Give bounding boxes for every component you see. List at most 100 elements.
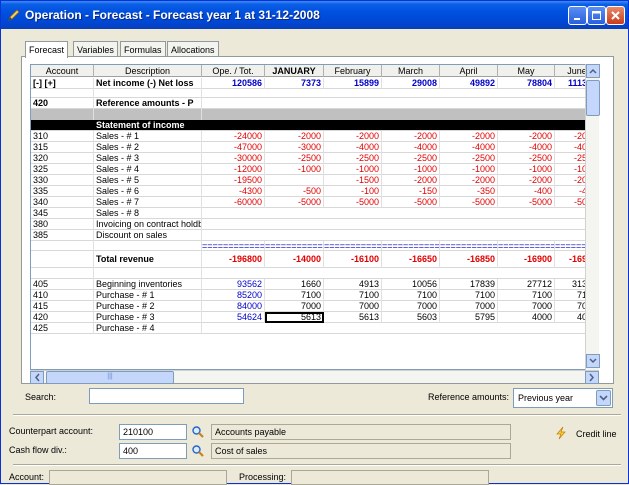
account-cell[interactable] — [31, 251, 94, 268]
account-cell[interactable]: 425 — [31, 323, 94, 334]
minimize-button[interactable] — [568, 6, 587, 25]
amount-cell[interactable]: -100 — [324, 186, 382, 197]
account-cell[interactable]: [-] [+] — [31, 78, 94, 89]
amount-cell[interactable]: -2000 — [440, 131, 498, 142]
account-cell[interactable]: 340 — [31, 197, 94, 208]
account-cell[interactable] — [31, 120, 94, 131]
amount-cell[interactable]: ============ — [265, 241, 324, 251]
amount-cell[interactable]: -4000 — [440, 142, 498, 153]
title-bar[interactable]: Operation - Forecast - Forecast year 1 a… — [1, 1, 628, 29]
amount-cell[interactable]: 10056 — [382, 279, 440, 290]
description-cell[interactable]: Purchase - # 1 — [94, 290, 202, 301]
amount-cell[interactable]: 4913 — [324, 279, 382, 290]
tab-forecast[interactable]: Forecast — [25, 41, 69, 58]
table-row[interactable]: 410 Purchase - # 1 85200 7100 7100 7100 7100 71… — [31, 290, 598, 301]
amount-cell[interactable]: 78804 — [498, 78, 555, 89]
description-cell[interactable]: Sales - # 2 — [94, 142, 202, 153]
account-cell[interactable]: 325 — [31, 164, 94, 175]
description-cell[interactable]: Sales - # 1 — [94, 131, 202, 142]
amount-cell[interactable]: 7000 — [324, 301, 382, 312]
account-cell[interactable]: 415 — [31, 301, 94, 312]
table-row[interactable]: 425 Purchase - # 4 — [31, 323, 598, 334]
horizontal-scrollbar[interactable]: ||| — [30, 370, 599, 384]
amount-cell[interactable]: 7000 — [440, 301, 498, 312]
amount-cell[interactable]: ============ — [440, 241, 498, 251]
amount-cell[interactable]: -60000 — [202, 197, 265, 208]
column-header[interactable]: Description — [94, 65, 202, 77]
amount-cell[interactable]: 7100 — [324, 290, 382, 301]
scroll-right-button[interactable] — [585, 371, 599, 384]
amount-cell[interactable]: -1500 — [324, 175, 382, 186]
amount-cell[interactable]: -1000 — [382, 164, 440, 175]
amount-cell[interactable]: 93562 — [202, 279, 265, 290]
amount-cell[interactable]: -500 — [265, 186, 324, 197]
description-cell[interactable]: Net income (-) Net loss — [94, 78, 202, 89]
description-cell[interactable] — [94, 268, 202, 279]
scroll-up-button[interactable] — [586, 64, 600, 78]
table-row[interactable]: 335Sales - # 6-4300-500-100-150-350-400-… — [31, 186, 598, 197]
table-row[interactable]: 385 Discount on sales — [31, 230, 598, 241]
amount-cell[interactable]: -196800 — [202, 251, 265, 268]
amount-cell[interactable]: -2500 — [498, 153, 555, 164]
amount-cell[interactable]: -2500 — [265, 153, 324, 164]
table-row[interactable]: 415 Purchase - # 2 84000 7000 7000 7000 7000 70… — [31, 301, 598, 312]
description-cell[interactable]: Sales - # 3 — [94, 153, 202, 164]
amount-cell[interactable]: 84000 — [202, 301, 265, 312]
amount-cell[interactable]: -16100 — [324, 251, 382, 268]
description-cell[interactable]: Beginning inventories — [94, 279, 202, 290]
amount-cell[interactable]: 85200 — [202, 290, 265, 301]
maximize-button[interactable] — [587, 6, 606, 25]
scroll-thumb[interactable] — [586, 80, 600, 116]
amount-cell[interactable]: -4000 — [498, 142, 555, 153]
amount-cell[interactable]: -24000 — [202, 131, 265, 142]
search-input[interactable] — [89, 388, 244, 404]
amount-cell[interactable]: -2500 — [324, 153, 382, 164]
amount-cell[interactable]: -5000 — [382, 197, 440, 208]
amount-cell[interactable]: 1660 — [265, 279, 324, 290]
amount-cell[interactable]: 7000 — [382, 301, 440, 312]
amount-cell[interactable]: 7100 — [498, 290, 555, 301]
amount-cell[interactable]: 29008 — [382, 78, 440, 89]
account-cell[interactable]: 405 — [31, 279, 94, 290]
amount-cell[interactable]: -16850 — [440, 251, 498, 268]
cash-flow-input[interactable]: 400 — [119, 443, 187, 459]
amount-cell[interactable]: -1000 — [498, 164, 555, 175]
amount-cell[interactable]: -4300 — [202, 186, 265, 197]
table-row[interactable] — [31, 268, 598, 279]
amount-cell[interactable]: -2000 — [382, 131, 440, 142]
amount-cell[interactable]: -2000 — [265, 131, 324, 142]
table-row[interactable]: 380 Invoicing on contract holdb — [31, 219, 598, 230]
table-row[interactable]: ============ ============ ============ ====… — [31, 241, 598, 251]
amount-cell[interactable]: -2500 — [440, 153, 498, 164]
table-row[interactable]: 420 Reference amounts - P — [31, 98, 598, 109]
amount-cell[interactable]: -5000 — [498, 197, 555, 208]
description-cell[interactable]: Reference amounts - P — [94, 98, 202, 109]
amount-cell[interactable]: -5000 — [265, 197, 324, 208]
table-row[interactable]: 420 Purchase - # 3 54624 5613 5613 5603 5795 40… — [31, 312, 598, 323]
counterpart-account-input[interactable]: 210100 — [119, 424, 187, 440]
amount-cell[interactable]: -19500 — [202, 175, 265, 186]
amount-cell[interactable]: 27712 — [498, 279, 555, 290]
amount-cell[interactable]: 15899 — [324, 78, 382, 89]
column-header[interactable]: February — [324, 65, 382, 77]
scroll-left-button[interactable] — [30, 371, 44, 384]
amount-cell[interactable]: 5613 — [265, 312, 324, 323]
amount-cell[interactable]: 7100 — [440, 290, 498, 301]
account-cell[interactable]: 420 — [31, 312, 94, 323]
amount-cell[interactable]: -2000 — [440, 175, 498, 186]
table-row[interactable]: 340 Sales - # 7 -60000 -5000 -5000 -5000 -5000… — [31, 197, 598, 208]
amount-cell[interactable]: -400 — [498, 186, 555, 197]
table-row[interactable]: 325 Sales - # 4 -12000 -1000 -1000 -1000 -1000… — [31, 164, 598, 175]
amount-cell[interactable]: -4000 — [382, 142, 440, 153]
account-cell[interactable]: 315 — [31, 142, 94, 153]
reference-amounts-select[interactable]: Previous year — [513, 388, 613, 408]
table-row[interactable]: 310 Sales - # 1 -24000 -2000 -2000 -2000 -2000… — [31, 131, 598, 142]
amount-cell[interactable]: ============ — [498, 241, 555, 251]
tab-formulas[interactable]: Formulas — [120, 41, 166, 57]
table-row[interactable]: Statement of income — [31, 120, 598, 131]
tab-variables[interactable]: Variables — [73, 41, 118, 57]
description-cell[interactable]: Purchase - # 4 — [94, 323, 202, 334]
dropdown-button[interactable] — [596, 390, 611, 406]
amount-cell[interactable]: -47000 — [202, 142, 265, 153]
amount-cell[interactable]: -12000 — [202, 164, 265, 175]
